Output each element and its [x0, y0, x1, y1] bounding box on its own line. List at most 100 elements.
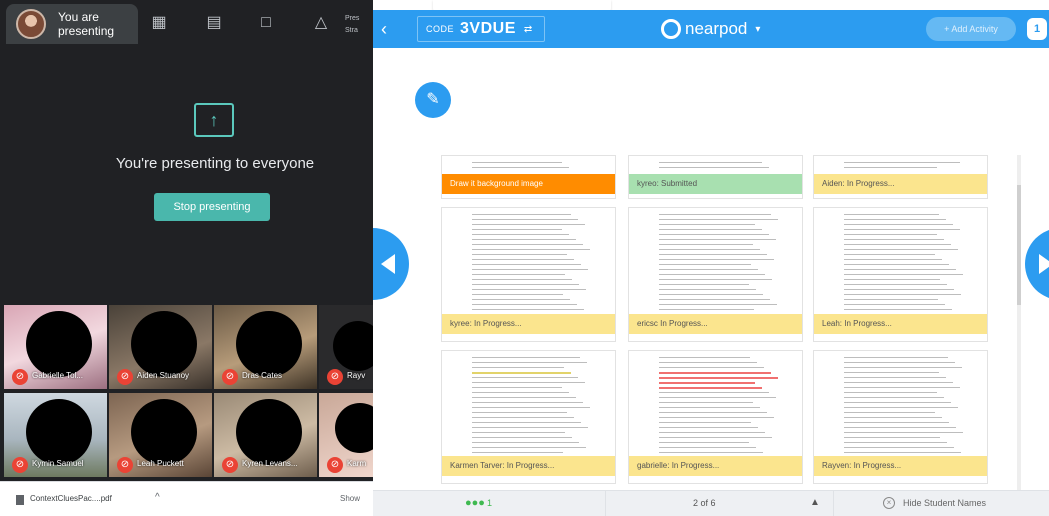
chevron-up-icon[interactable]: ^: [155, 492, 160, 503]
captions-icon[interactable]: ▤: [203, 12, 225, 34]
scrollbar[interactable]: [1017, 155, 1021, 490]
student-status-label: ericsc In Progress...: [629, 314, 802, 334]
footer-divider: [605, 491, 606, 516]
text-line: [472, 294, 563, 295]
text-line: [659, 224, 755, 225]
presenting-tab[interactable]: You are presenting: [6, 4, 138, 44]
student-response-card[interactable]: Draw it background image: [441, 155, 616, 199]
expand-code-icon[interactable]: ⇄: [524, 24, 532, 35]
participant-tile[interactable]: ⊘ Rayv: [319, 305, 373, 389]
text-line: [659, 362, 757, 363]
text-line: [659, 397, 776, 398]
text-line: [659, 309, 754, 310]
text-line: [472, 392, 569, 393]
text-line: [844, 279, 940, 280]
text-line: [844, 264, 949, 265]
previous-slide-button[interactable]: [373, 228, 409, 300]
participant-tile[interactable]: ⊘ Karm: [319, 393, 373, 477]
presentation-area: You're presenting to everyone Stop prese…: [0, 48, 373, 300]
present-now-label[interactable]: Pres Stra: [345, 13, 373, 39]
student-response-card[interactable]: ericsc In Progress...: [628, 207, 803, 342]
nearpod-logo[interactable]: nearpod ▾: [661, 19, 760, 39]
text-line: [844, 234, 937, 235]
text-line: [472, 452, 563, 453]
show-all-downloads[interactable]: Show: [340, 494, 360, 503]
text-line: [472, 162, 562, 163]
text-line: [844, 422, 949, 423]
participant-tile[interactable]: ⊘ Kymin Samuel: [4, 393, 107, 477]
present-screen-icon: [194, 103, 234, 137]
text-line: [844, 269, 956, 270]
text-line: [472, 224, 585, 225]
student-response-card[interactable]: Aiden: In Progress...: [813, 155, 988, 199]
add-activity-button[interactable]: + Add Activity: [926, 17, 1016, 41]
stop-presenting-button[interactable]: Stop presenting: [154, 193, 270, 221]
text-line: [659, 437, 772, 438]
worksheet-thumbnail: [442, 351, 615, 456]
text-line: [844, 382, 953, 383]
text-line: [844, 377, 946, 378]
text-line: [472, 309, 584, 310]
text-line: [472, 407, 590, 408]
text-line: [659, 432, 765, 433]
worksheet-thumbnail: [629, 351, 802, 456]
text-line: [659, 387, 762, 389]
text-line: [844, 357, 948, 358]
text-line: [659, 214, 771, 215]
text-line: [659, 367, 764, 368]
join-code-box[interactable]: CODE 3VDUE ⇄: [417, 16, 545, 42]
nearpod-logo-mark: [661, 19, 681, 39]
student-response-card[interactable]: Rayven: In Progress...: [813, 350, 988, 484]
student-status-label: gabrielle: In Progress...: [629, 456, 802, 476]
participant-name: Karm: [347, 459, 367, 468]
text-line: [472, 382, 585, 383]
text-line: [472, 284, 579, 285]
text-line: [472, 387, 562, 388]
back-chevron-icon[interactable]: ‹: [381, 19, 397, 39]
text-line: [472, 269, 588, 270]
text-line: [659, 407, 760, 408]
student-response-card[interactable]: gabrielle: In Progress...: [628, 350, 803, 484]
text-line: [659, 264, 751, 265]
pencil-icon[interactable]: ✎: [415, 82, 451, 118]
participant-tile[interactable]: ⊘ Dras Cates: [214, 305, 317, 389]
student-status-label: Aiden: In Progress...: [814, 174, 987, 194]
participant-name: Rayv: [347, 371, 366, 380]
student-response-card[interactable]: kyree: In Progress...: [441, 207, 616, 342]
participant-tile[interactable]: ⊘ Leah Puckett: [109, 393, 212, 477]
people-icon[interactable]: △: [310, 12, 332, 34]
text-line: [844, 432, 963, 433]
page-up-icon[interactable]: ▲: [810, 497, 820, 508]
participant-video-redacted: [131, 399, 197, 465]
text-line: [659, 427, 758, 428]
text-line: [844, 417, 942, 418]
student-response-card[interactable]: kyreo: Submitted: [628, 155, 803, 199]
text-line: [472, 437, 572, 438]
menu-badge[interactable]: 1: [1027, 18, 1047, 40]
text-line: [659, 304, 777, 305]
student-response-card[interactable]: Leah: In Progress...: [813, 207, 988, 342]
grid-icon[interactable]: ▦: [148, 12, 170, 34]
text-line: [472, 167, 569, 168]
text-line: [659, 234, 769, 235]
text-line: [659, 294, 763, 295]
mic-off-icon: ⊘: [222, 457, 238, 473]
participant-tile[interactable]: ⊘ Kyren Levans...: [214, 393, 317, 477]
participant-name: Kyren Levans...: [242, 459, 298, 468]
participant-tile[interactable]: ⊘ Aiden Stuanoy: [109, 305, 212, 389]
text-line: [659, 162, 762, 163]
next-slide-button[interactable]: [1025, 228, 1049, 300]
text-line: [844, 224, 953, 225]
hide-student-names[interactable]: Hide Student Names: [903, 498, 986, 508]
text-line: [659, 249, 760, 250]
hide-names-icon[interactable]: ×: [883, 497, 895, 509]
scrollbar-thumb[interactable]: [1017, 185, 1021, 305]
download-filename[interactable]: ContextCluesPac....pdf: [30, 494, 112, 503]
chat-icon[interactable]: □: [255, 12, 277, 34]
student-response-card[interactable]: Karmen Tarver: In Progress...: [441, 350, 616, 484]
worksheet-thumbnail: [442, 156, 615, 174]
students-count[interactable]: 1: [487, 498, 492, 508]
students-icon[interactable]: ●●●: [465, 497, 485, 509]
mic-off-icon: ⊘: [12, 369, 28, 385]
participant-tile[interactable]: ⊘ Gabrielle Tol...: [4, 305, 107, 389]
